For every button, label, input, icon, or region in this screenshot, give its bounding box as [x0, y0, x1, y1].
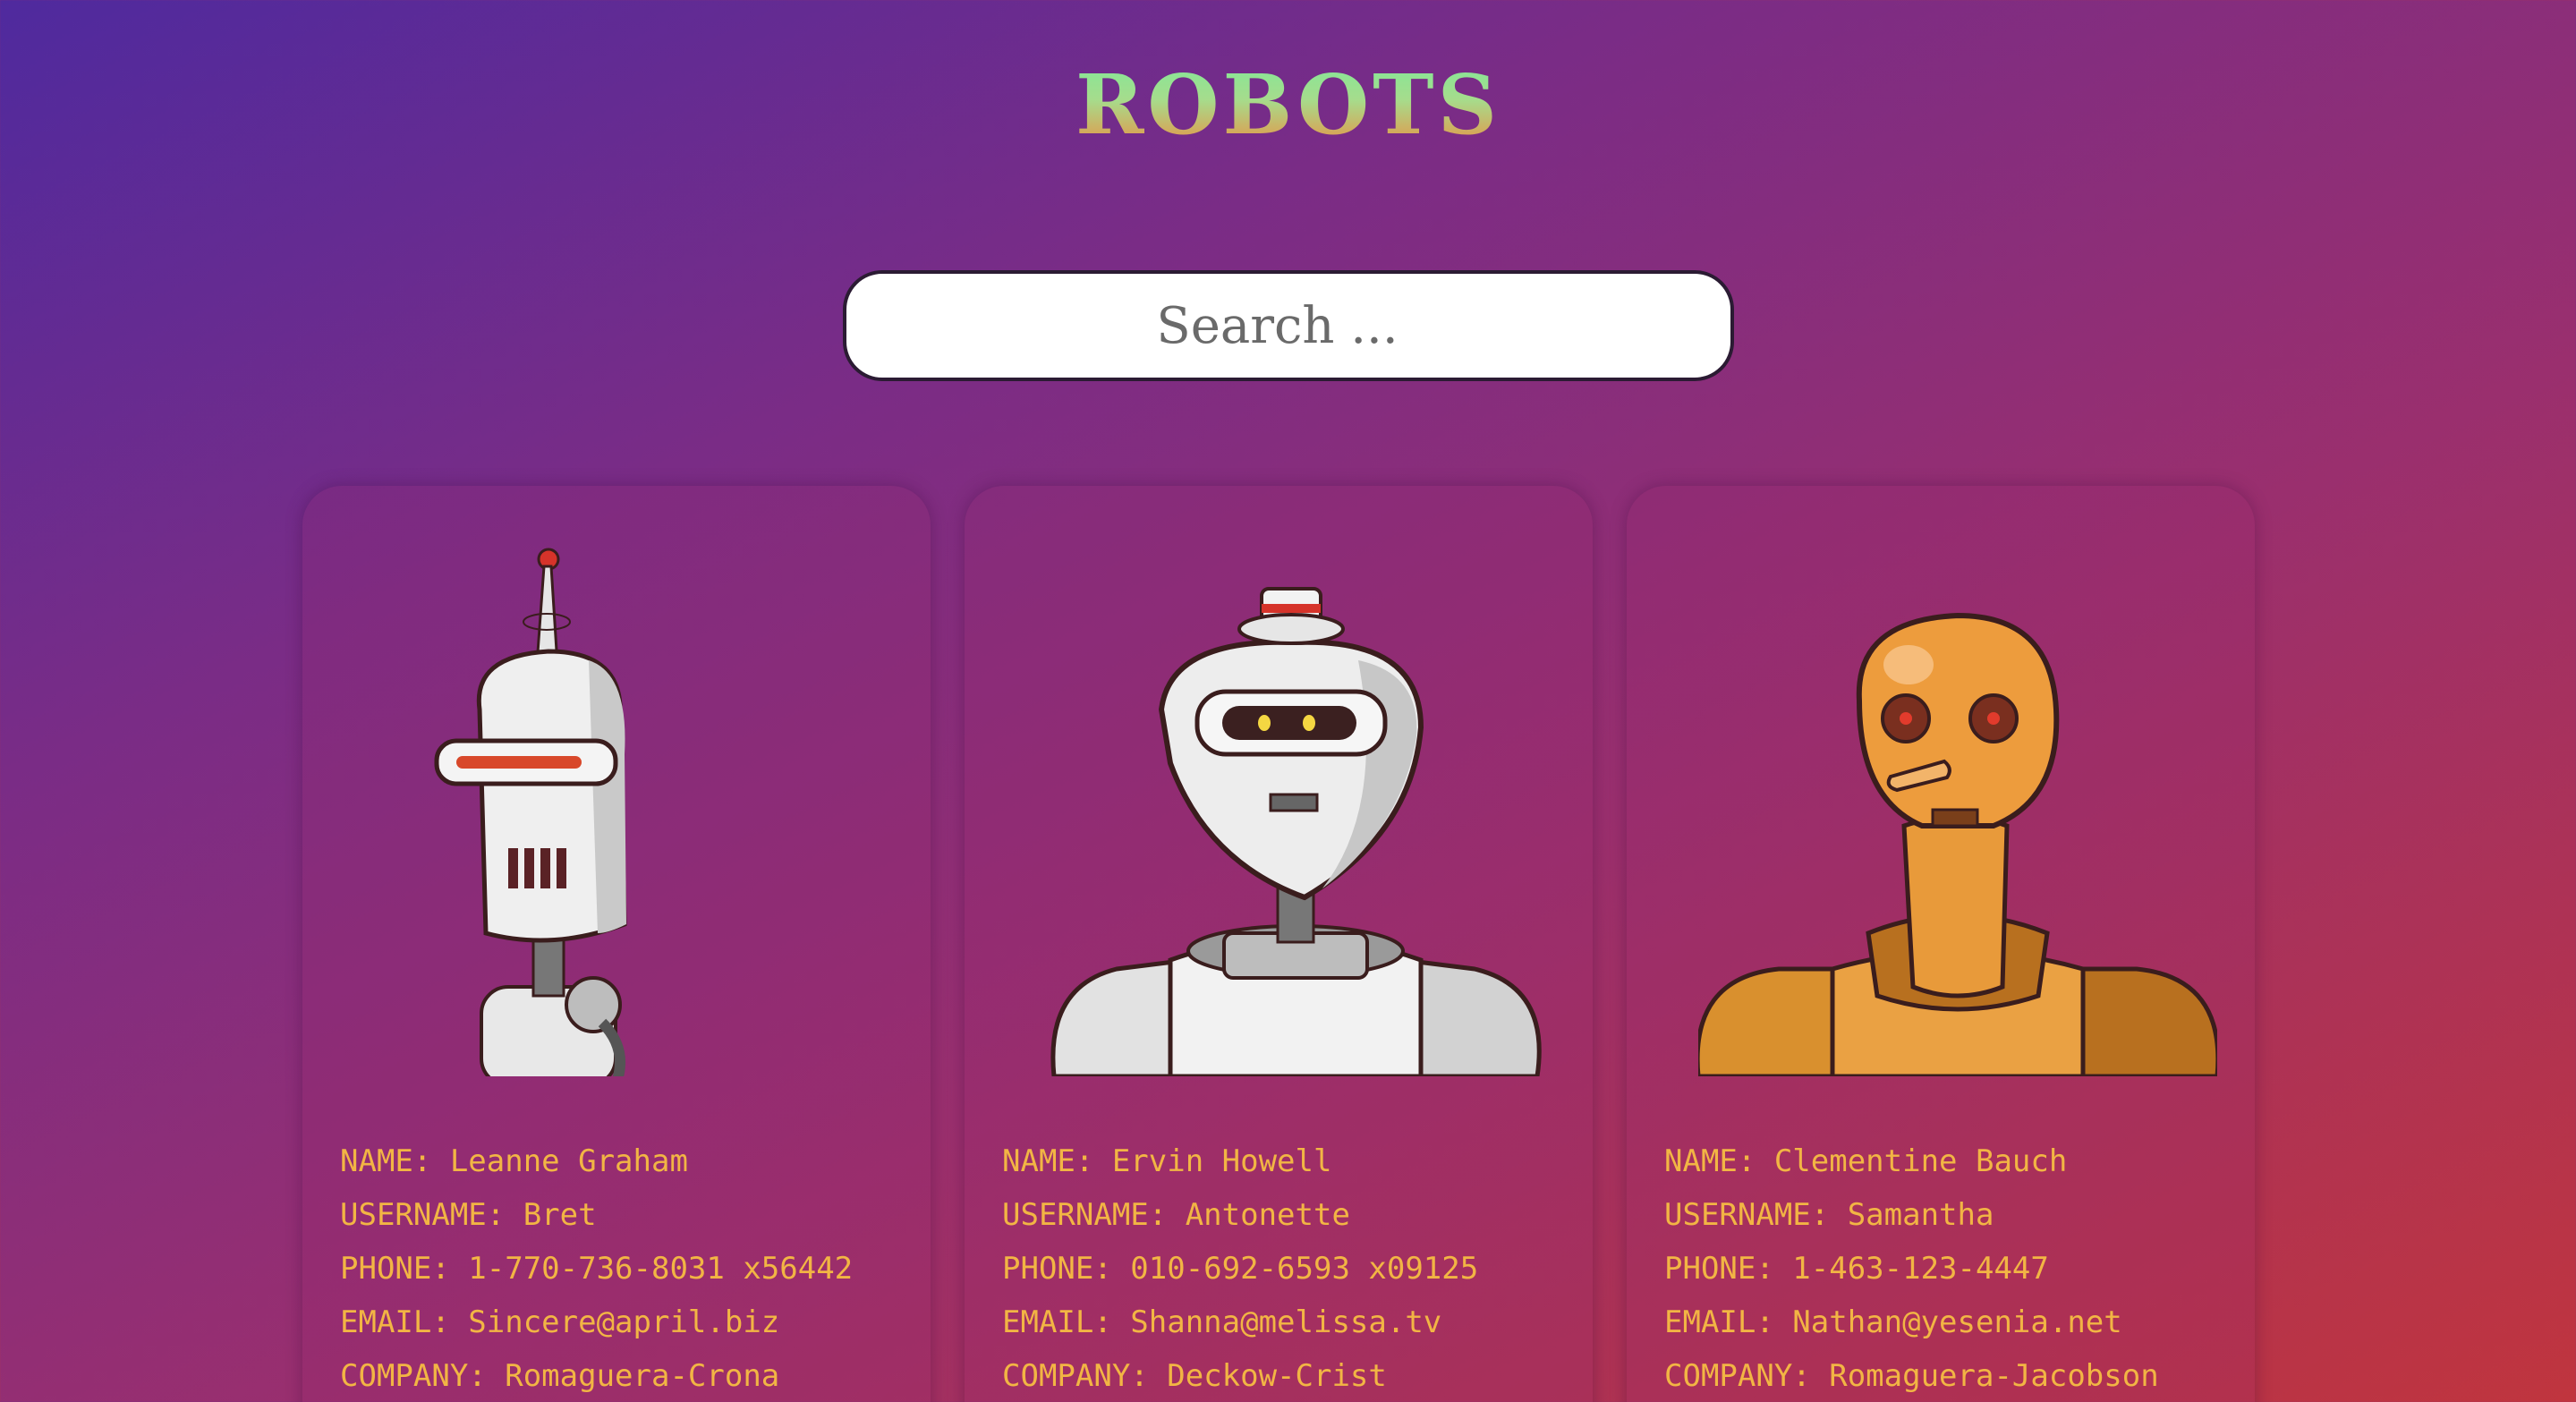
- robot-username: USERNAME: Antonette: [1002, 1197, 1350, 1233]
- robot-email: EMAIL: Shanna@melissa.tv: [1002, 1304, 1442, 1340]
- robot-phone: PHONE: 1-463-123-4447: [1664, 1251, 2049, 1287]
- robot-company: COMPANY: Deckow-Crist: [1002, 1358, 1387, 1394]
- robot-info: NAME: Leanne Graham USERNAME: Bret PHONE…: [340, 1134, 913, 1402]
- robot-username: USERNAME: Bret: [340, 1197, 597, 1233]
- robot-avatar-image: [434, 548, 627, 1076]
- robot-card-list: NAME: Leanne Graham USERNAME: Bret PHONE…: [302, 486, 2271, 1402]
- robot-card[interactable]: NAME: Clementine Bauch USERNAME: Samanth…: [1627, 486, 2255, 1402]
- robot-company: COMPANY: Romaguera-Jacobson: [1664, 1358, 2159, 1394]
- robot-avatar-image: [1698, 612, 2217, 1076]
- robot-company: COMPANY: Romaguera-Crona: [340, 1358, 780, 1394]
- robot-email: EMAIL: Nathan@yesenia.net: [1664, 1304, 2122, 1340]
- robot-info: NAME: Clementine Bauch USERNAME: Samanth…: [1664, 1134, 2237, 1402]
- robot-avatar-image: [1050, 587, 1542, 1076]
- robot-username: USERNAME: Samantha: [1664, 1197, 1994, 1233]
- robot-email: EMAIL: Sincere@april.biz: [340, 1304, 780, 1340]
- robot-phone: PHONE: 1-770-736-8031 x56442: [340, 1251, 854, 1287]
- robot-card[interactable]: NAME: Ervin Howell USERNAME: Antonette P…: [965, 486, 1593, 1402]
- robot-phone: PHONE: 010-692-6593 x09125: [1002, 1251, 1479, 1287]
- robot-name: NAME: Ervin Howell: [1002, 1143, 1332, 1179]
- robot-name: NAME: Leanne Graham: [340, 1143, 688, 1179]
- search-input[interactable]: [843, 270, 1734, 381]
- search-box: [843, 270, 1734, 381]
- robot-name: NAME: Clementine Bauch: [1664, 1143, 2068, 1179]
- robot-info: NAME: Ervin Howell USERNAME: Antonette P…: [1002, 1134, 1575, 1402]
- page-title: ROBOTS: [0, 55, 2576, 154]
- robot-card[interactable]: NAME: Leanne Graham USERNAME: Bret PHONE…: [302, 486, 931, 1402]
